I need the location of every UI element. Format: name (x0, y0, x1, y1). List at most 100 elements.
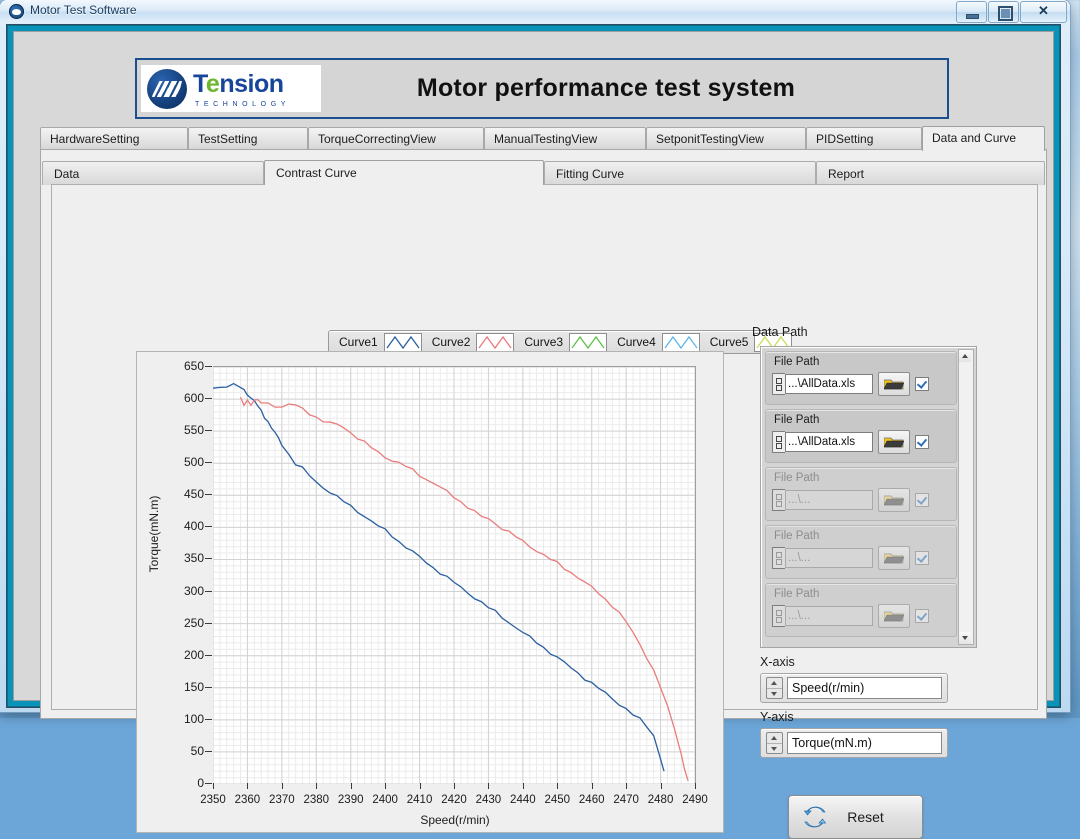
x-axis-tick-mark (420, 783, 421, 789)
logo-name: Tension (193, 70, 290, 99)
file-path-controls: ...\... (772, 488, 929, 512)
x-axis-control-group: X-axis Speed(r/min) (760, 655, 948, 703)
file-path-checkbox-1[interactable] (915, 377, 929, 391)
tab-pid-setting[interactable]: PIDSetting (806, 127, 922, 150)
title-bar: Motor Test Software ✕ (0, 0, 1070, 23)
file-path-row-3[interactable]: File Path ...\... (765, 467, 957, 521)
file-path-label: File Path (774, 414, 819, 426)
x-axis-tick-mark (695, 783, 696, 789)
tab-setponit-testing-view[interactable]: SetponitTestingView (646, 127, 806, 150)
file-path-row-4[interactable]: File Path ...\... (765, 525, 957, 579)
x-axis-tick-label: 2390 (338, 794, 364, 806)
x-axis-tick-label: 2430 (476, 794, 502, 806)
legend-label: Curve1 (329, 335, 384, 349)
y-axis-stepper[interactable] (766, 732, 783, 754)
x-axis-tick-label: 2440 (510, 794, 536, 806)
file-path-controls: ...\AllData.xls (772, 430, 929, 454)
stepper-down-icon[interactable] (767, 689, 782, 699)
x-axis-stepper[interactable] (766, 677, 783, 699)
subtab-contrast-curve[interactable]: Contrast Curve (264, 160, 544, 185)
file-path-row-5[interactable]: File Path ...\... (765, 583, 957, 637)
plot-area[interactable] (213, 366, 696, 784)
file-path-row-1[interactable]: File Path ...\AllData.xls (765, 351, 957, 405)
subtab-report[interactable]: Report (816, 161, 1045, 185)
file-path-checkbox-5[interactable] (915, 609, 929, 623)
browse-button-1[interactable] (878, 372, 910, 396)
legend-item-curve3[interactable]: Curve3 (514, 333, 607, 352)
browse-button-4[interactable] (878, 546, 910, 570)
subtab-fitting-curve[interactable]: Fitting Curve (544, 161, 816, 185)
file-path-checkbox-4[interactable] (915, 551, 929, 565)
y-axis-tick-label: 50 (191, 744, 204, 758)
file-path-input[interactable]: ...\... (785, 490, 873, 510)
browse-button-5[interactable] (878, 604, 910, 628)
tab-label: TestSetting (198, 132, 257, 146)
y-axis-value[interactable]: Torque(mN.m) (787, 732, 942, 754)
y-axis-tick-mark (205, 526, 212, 527)
file-path-input[interactable]: ...\... (785, 548, 873, 568)
file-path-input[interactable]: ...\AllData.xls (785, 374, 873, 394)
x-axis-selector[interactable]: Speed(r/min) (760, 673, 948, 703)
tab-data-and-curve[interactable]: Data and Curve (922, 126, 1045, 151)
legend-label: Curve3 (514, 335, 569, 349)
legend-item-curve4[interactable]: Curve4 (607, 333, 700, 352)
tab-manual-testing-view[interactable]: ManualTestingView (484, 127, 646, 150)
stepper-down-icon[interactable] (767, 744, 782, 754)
y-axis-selector[interactable]: Torque(mN.m) (760, 728, 948, 758)
subtab-data[interactable]: Data (42, 161, 264, 185)
minimize-button[interactable] (956, 1, 987, 23)
file-path-input[interactable]: ...\... (785, 606, 873, 626)
browse-button-2[interactable] (878, 430, 910, 454)
tab-label: Data and Curve (932, 131, 1016, 145)
logo-letter-t: T (193, 70, 206, 98)
scroll-down-icon[interactable] (959, 632, 971, 644)
file-path-checkbox-3[interactable] (915, 493, 929, 507)
x-axis-tick-mark (385, 783, 386, 789)
subtab-label: Data (54, 167, 79, 181)
x-axis-tick-mark (557, 783, 558, 789)
logo-wordmark: Tension TECHNOLOGY (193, 70, 290, 108)
close-icon: ✕ (1021, 3, 1066, 19)
x-axis-tick-label: 2470 (613, 794, 639, 806)
subtab-label: Report (828, 167, 864, 181)
reset-button[interactable]: Reset (788, 795, 923, 839)
legend-swatch-curve2[interactable] (476, 333, 514, 352)
y-axis-tick-mark (205, 558, 212, 559)
x-axis-value[interactable]: Speed(r/min) (787, 677, 942, 699)
tab-test-setting[interactable]: TestSetting (188, 127, 308, 150)
browse-button-3[interactable] (878, 488, 910, 512)
file-path-label: File Path (774, 588, 819, 600)
legend-item-curve1[interactable]: Curve1 (329, 333, 422, 352)
file-path-checkbox-2[interactable] (915, 435, 929, 449)
legend-swatch-curve1[interactable] (384, 333, 422, 352)
legend-item-curve2[interactable]: Curve2 (422, 333, 515, 352)
tab-label: SetponitTestingView (656, 132, 764, 146)
y-axis-tick-mark (205, 398, 212, 399)
legend-swatch-curve3[interactable] (569, 333, 607, 352)
y-axis-tick-label: 600 (184, 391, 204, 405)
reset-label: Reset (827, 809, 922, 825)
tab-torque-correcting-view[interactable]: TorqueCorrectingView (308, 127, 484, 150)
y-axis-tick-mark (205, 751, 212, 752)
sub-tab-panel: Curve1 Curve2 Curve3 (51, 184, 1038, 710)
data-path-scrollbar[interactable] (958, 349, 974, 645)
x-axis-tick-mark (592, 783, 593, 789)
y-axis-tick-mark (205, 623, 212, 624)
close-button[interactable]: ✕ (1020, 1, 1067, 23)
file-path-input[interactable]: ...\AllData.xls (785, 432, 873, 452)
stepper-up-icon[interactable] (767, 733, 782, 744)
legend-swatch-curve4[interactable] (662, 333, 700, 352)
stepper-up-icon[interactable] (767, 678, 782, 689)
y-axis-tick-label: 200 (184, 648, 204, 662)
maximize-button[interactable] (988, 1, 1019, 23)
data-path-list: File Path ...\AllData.xls (760, 346, 977, 648)
file-path-label: File Path (774, 356, 819, 368)
file-path-row-2[interactable]: File Path ...\AllData.xls (765, 409, 957, 463)
scroll-up-icon[interactable] (959, 350, 971, 362)
x-axis-label: X-axis (760, 655, 948, 669)
y-axis-tick-mark (205, 462, 212, 463)
folder-open-icon (884, 436, 904, 448)
file-path-controls: ...\... (772, 546, 929, 570)
file-path-controls: ...\... (772, 604, 929, 628)
tab-hardware-setting[interactable]: HardwareSetting (40, 127, 188, 150)
